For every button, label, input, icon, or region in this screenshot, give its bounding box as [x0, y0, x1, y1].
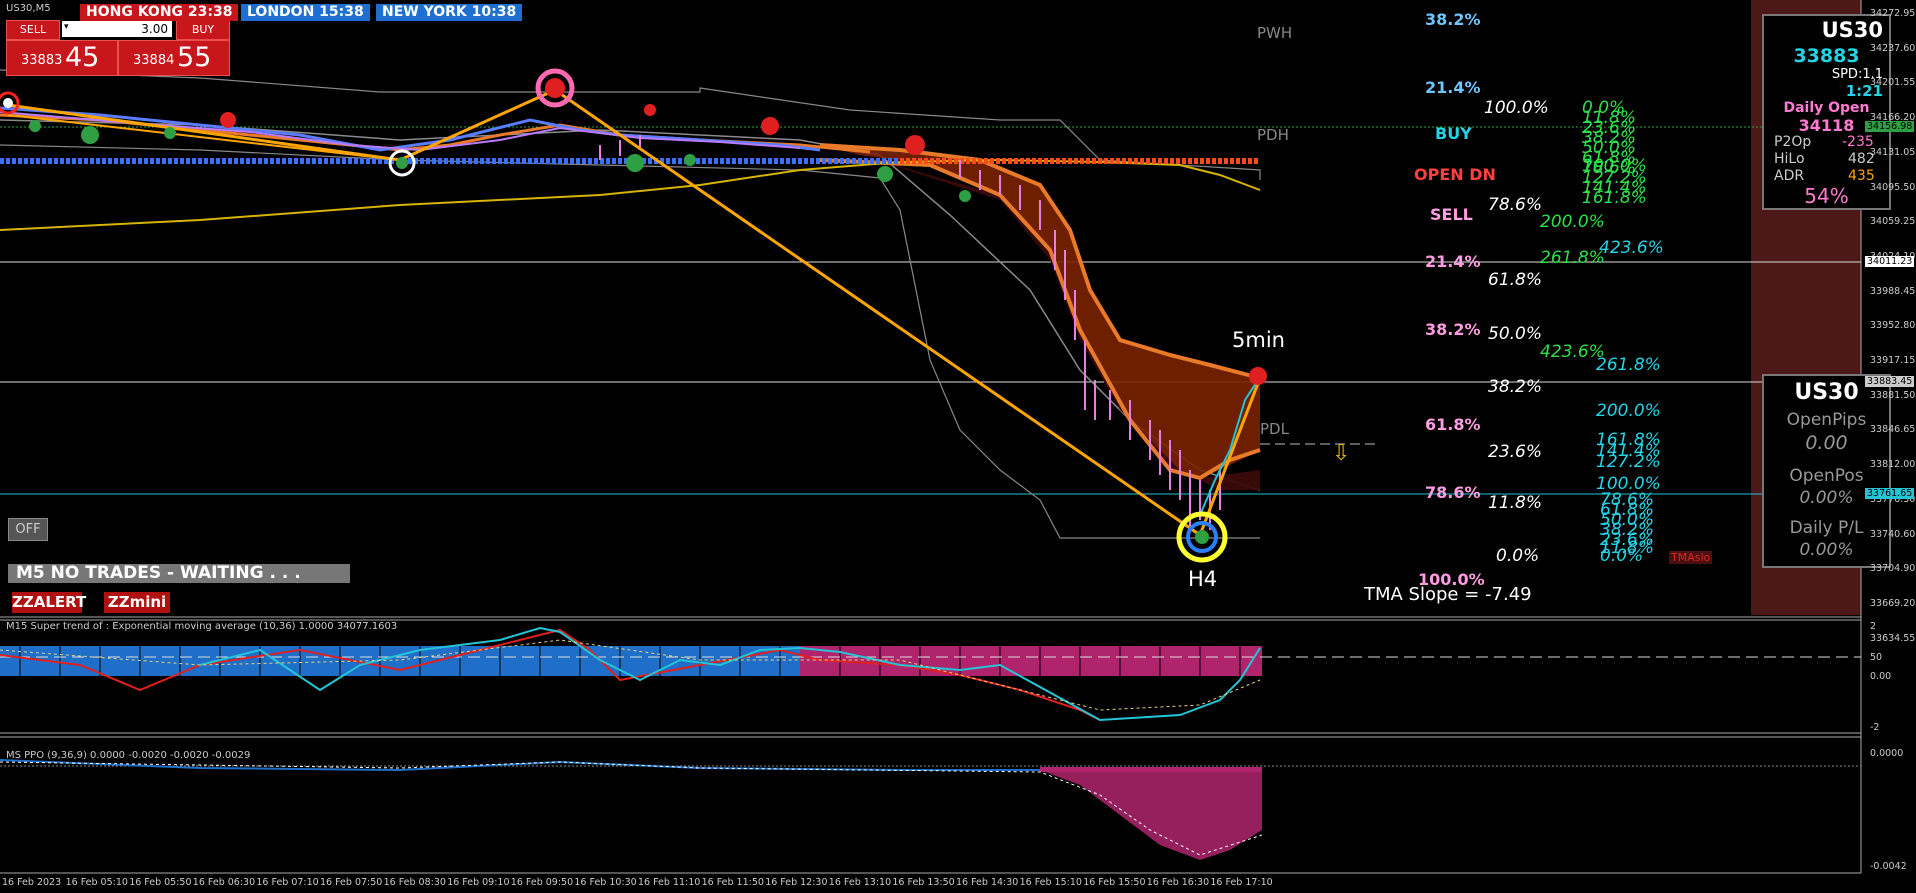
time-axis-tick: 16 Feb 09:10: [447, 877, 510, 888]
time-axis-tick: 16 Feb 13:50: [892, 877, 955, 888]
fib-b-level: 0.0%: [1496, 546, 1540, 566]
open-dn-signal-label: OPEN DN: [1414, 165, 1496, 184]
price-axis-tick: 33634.55: [1870, 632, 1916, 644]
time-axis-tick: 16 Feb 10:30: [574, 877, 637, 888]
clock-london: LONDON 15:38: [241, 4, 370, 21]
fib-d-cluster: 161.8% 141.4% 127.2% 100.0% 78.6% 61.8% …: [1596, 430, 1666, 566]
lot-spinner-icon[interactable]: ▾: [64, 22, 69, 32]
time-axis-tick: 16 Feb 14:30: [956, 877, 1019, 888]
fib-a-level: 21.4%: [1425, 78, 1481, 97]
lot-size-input[interactable]: 3.00: [62, 21, 172, 37]
candles: [599, 135, 1221, 530]
time-axis-tick: 16 Feb 12:30: [765, 877, 828, 888]
time-axis-tick: 16 Feb 09:50: [510, 877, 574, 888]
fib-d-level: 200.0%: [1596, 401, 1661, 421]
ppo-indicator-label: MS PPO (9,36,9) 0.0000 -0.0020 -0.0020 -…: [6, 750, 251, 761]
fib-b-level: 23.6%: [1488, 442, 1543, 462]
trade-status-bar: M5 NO TRADES - WAITING . . .: [8, 564, 350, 583]
time-axis-tick: 16 Feb 08:30: [383, 877, 446, 888]
time-axis-tick: 16 Feb 13:10: [828, 877, 892, 888]
ind1-axis-tick: 0.00: [1870, 671, 1892, 682]
time-axis-tick: 16 Feb 2023: [2, 877, 62, 888]
time-axis-tick: 16 Feb 17:10: [1210, 877, 1273, 888]
buy-price-small: 33884: [133, 53, 175, 68]
time-axis[interactable]: 16 Feb 2023 16 Feb 05:10 16 Feb 05:50 16 Fe…: [0, 875, 1861, 893]
panel-p2op-label: P2Op: [1774, 134, 1812, 150]
timeframe-h4-label: H4: [1188, 567, 1218, 591]
ppo-histogram: [1040, 770, 1262, 860]
signal-dot: [1249, 367, 1267, 385]
fib-d-level: 127.2%: [1596, 452, 1661, 472]
time-axis-tick: 16 Feb 16:30: [1146, 877, 1210, 888]
fib-a-level: 38.2%: [1425, 10, 1481, 29]
ind1-axis-tick: 50: [1870, 652, 1883, 663]
sell-button[interactable]: SELL: [6, 20, 60, 40]
time-axis-tick: 16 Feb 15:50: [1083, 877, 1146, 888]
panel-adr-label: ADR: [1774, 168, 1805, 184]
fib-b-level: 50.0%: [1488, 324, 1543, 344]
time-axis-tick: 16 Feb 15:10: [1019, 877, 1082, 888]
fib-c-level: 200.0%: [1540, 212, 1605, 232]
panel-hilo-label: HiLo: [1774, 151, 1805, 167]
sell-signal-label: SELL: [1430, 205, 1473, 224]
supertrend-histogram: [0, 646, 1262, 676]
pwh-label: PWH: [1257, 24, 1293, 42]
fib-b-level: 78.6%: [1488, 195, 1543, 215]
pdl-label: PDL: [1260, 420, 1289, 438]
fib-b-level: 61.8%: [1488, 270, 1543, 290]
fib-b-level: 100.0%: [1484, 98, 1549, 118]
fib-a-level: 100.0%: [1418, 570, 1485, 589]
tma-tag: TMAslo: [1669, 551, 1713, 564]
ind2-axis-tick: 0.0000: [1870, 748, 1904, 759]
time-axis-tick: 16 Feb 11:50: [701, 877, 764, 888]
fib-a-level: 21.4%: [1425, 252, 1481, 271]
fib-b-level: 38.2%: [1488, 377, 1543, 397]
down-arrow-icon: ⇩: [1332, 441, 1350, 466]
clock-hong-kong: HONG KONG 23:38: [80, 4, 239, 21]
zzmini-button[interactable]: ZZmini: [104, 592, 170, 613]
fib-d-level: 0.0%: [1600, 546, 1644, 566]
fib-d-level: 423.6%: [1599, 238, 1664, 258]
buy-button[interactable]: BUY: [176, 20, 230, 40]
buy-price-box[interactable]: 33884 55: [118, 40, 230, 76]
tma-band: [820, 145, 1260, 478]
sell-price-big: 45: [65, 42, 100, 73]
fib-d-level: 261.8%: [1596, 355, 1661, 375]
time-axis-tick: 16 Feb 06:30: [192, 877, 256, 888]
fib-c-level: 261.8%: [1540, 248, 1605, 268]
time-axis-tick: 16 Feb 07:50: [320, 877, 383, 888]
supertrend-indicator-label: M15 Super trend of : Exponential moving …: [6, 621, 398, 632]
zzalert-button[interactable]: ZZALERT: [12, 592, 86, 613]
sell-price-small: 33883: [21, 53, 63, 68]
price-tag: 34156.98: [1865, 121, 1915, 132]
clock-new-york: NEW YORK 10:38: [376, 4, 523, 21]
time-axis-tick: 16 Feb 07:10: [256, 877, 319, 888]
ind2-axis-tick: -0.0042: [1870, 861, 1907, 872]
off-toggle-button[interactable]: OFF: [8, 518, 48, 541]
time-axis-tick: 16 Feb 05:50: [129, 877, 192, 888]
trade-panel: SELL 3.00 ▾ BUY 33883 45 33884 55: [6, 20, 230, 76]
pdh-label: PDH: [1257, 126, 1289, 144]
fib-a-level: 78.6%: [1425, 483, 1481, 502]
buy-price-big: 55: [177, 42, 212, 73]
ind1-axis-tick: -2: [1870, 722, 1880, 733]
price-tag: 34011.23: [1865, 256, 1915, 267]
time-axis-tick: 16 Feb 11:10: [638, 877, 701, 888]
slow-ma-line: [0, 158, 1261, 231]
fib-b-level: 11.8%: [1488, 493, 1543, 513]
ind1-axis-tick: 2: [1870, 621, 1877, 632]
timeframe-5min-label: 5min: [1232, 328, 1285, 352]
symbol-label: US30,M5: [6, 3, 51, 14]
price-tag-column: 34156.98 34011.23 33883.45 33761.65: [1863, 0, 1916, 615]
price-tag: 33761.65: [1865, 488, 1915, 499]
sell-price-box[interactable]: 33883 45: [6, 40, 118, 76]
fib-a-level: 38.2%: [1425, 320, 1481, 339]
time-axis-tick: 16 Feb 05:10: [65, 877, 128, 888]
fib-c-level: 161.8%: [1582, 188, 1647, 208]
buy-signal-label: BUY: [1435, 124, 1472, 143]
fib-a-level: 61.8%: [1425, 415, 1481, 434]
price-tag: 33883.45: [1865, 376, 1915, 387]
